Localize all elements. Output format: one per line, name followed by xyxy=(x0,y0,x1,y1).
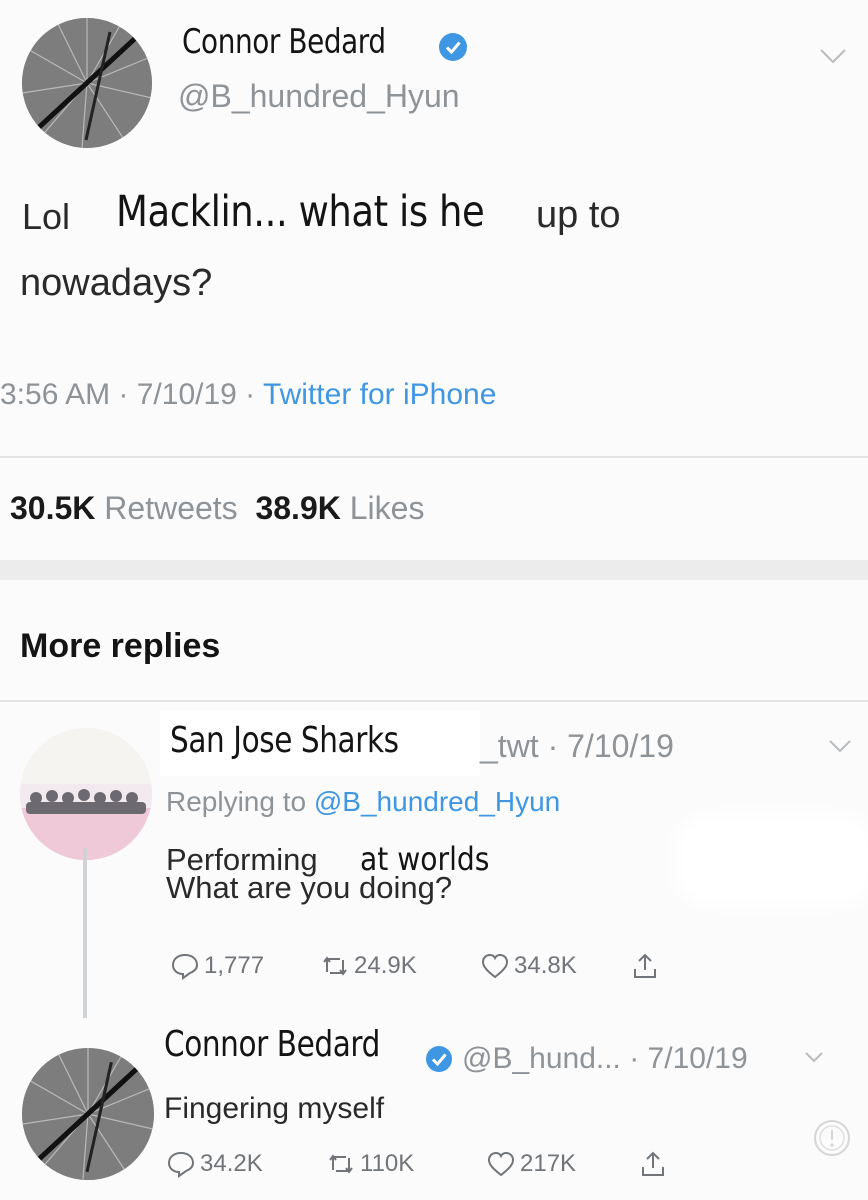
retweets-count: 30.5K xyxy=(10,490,96,526)
retweet-count: 110K xyxy=(360,1150,415,1177)
heart-icon xyxy=(481,953,509,979)
reply-actions: 1,777 24.9K 34.8K xyxy=(170,952,660,980)
tweet-text-upto: up to xyxy=(536,194,621,236)
retweets-label: Retweets xyxy=(104,490,238,526)
likes-stat[interactable]: 38.9K Likes xyxy=(255,490,424,526)
reply-button[interactable]: 1,777 xyxy=(170,952,282,980)
replying-to: Replying to @B_hundred_Hyun xyxy=(166,786,560,818)
likes-label: Likes xyxy=(349,490,425,526)
retweet-icon xyxy=(329,1154,353,1174)
group-photo-icon xyxy=(20,728,152,860)
reply-author-name[interactable]: San Jose Sharks xyxy=(170,720,399,761)
tweet-text-lol: Lol xyxy=(22,196,71,237)
divider xyxy=(0,456,868,458)
blurred-patch xyxy=(690,830,860,890)
likes-count: 38.9K xyxy=(255,490,341,526)
chevron-down-icon[interactable] xyxy=(804,1050,824,1064)
author-name[interactable]: Connor Bedard xyxy=(182,22,386,62)
chevron-down-icon[interactable] xyxy=(828,738,852,754)
like-count: 217K xyxy=(520,1150,577,1177)
tweet-meta: 3:56 AM · 7/10/19 · Twitter for iPhone xyxy=(0,378,497,411)
thread-line xyxy=(83,848,87,1018)
retweet-count: 24.9K xyxy=(354,952,417,979)
section-separator xyxy=(0,560,868,580)
reply-handle-date: @B_hund... · 7/10/19 xyxy=(462,1042,748,1075)
tweet-date: 7/10/19 xyxy=(136,378,237,411)
reply-avatar-connor[interactable] xyxy=(22,1048,154,1180)
retweet-button[interactable]: 24.9K xyxy=(320,952,450,980)
author-handle[interactable]: @B_hundred_Hyun xyxy=(178,78,460,115)
reply-text: Fingering myself xyxy=(164,1092,385,1125)
retweets-stat[interactable]: 30.5K Retweets xyxy=(10,490,238,526)
divider xyxy=(0,700,868,702)
tweet-text-line2: nowadays? xyxy=(20,262,213,304)
share-button[interactable] xyxy=(630,952,660,980)
chevron-down-icon[interactable] xyxy=(818,46,848,66)
share-button[interactable] xyxy=(638,1150,668,1178)
verified-badge-icon xyxy=(426,1046,452,1072)
reply-icon xyxy=(171,953,199,980)
heart-icon xyxy=(487,1151,515,1177)
retweet-icon xyxy=(323,956,347,976)
reply-button[interactable]: 34.2K xyxy=(166,1150,296,1178)
avatar-image-icon xyxy=(22,1048,154,1180)
verified-badge-icon xyxy=(439,33,467,61)
warning-icon[interactable] xyxy=(812,1118,852,1158)
reply-actions: 34.2K 110K 217K xyxy=(166,1150,668,1178)
share-icon xyxy=(634,953,656,978)
tweet-stats: 30.5K Retweets 38.9K Likes xyxy=(10,490,424,527)
reply-author-name[interactable]: Connor Bedard xyxy=(164,1024,380,1065)
replying-prefix: Replying to xyxy=(166,786,307,817)
reply-text-line2: What are you doing? xyxy=(166,870,453,905)
retweet-button[interactable]: 110K xyxy=(326,1150,446,1178)
author-avatar[interactable] xyxy=(22,18,152,148)
tweet-text-main: Macklin... what is he xyxy=(116,187,485,237)
avatar-image-icon xyxy=(22,18,152,148)
reply-count: 1,777 xyxy=(204,952,265,979)
reply-avatar-sharks[interactable] xyxy=(20,728,152,860)
like-button[interactable]: 217K xyxy=(486,1150,606,1178)
reply-count: 34.2K xyxy=(200,1150,263,1177)
more-replies-heading: More replies xyxy=(20,627,221,665)
replying-handle-link[interactable]: @B_hundred_Hyun xyxy=(314,786,560,817)
like-count: 34.8K xyxy=(514,952,577,979)
share-icon xyxy=(642,1151,664,1176)
reply-icon xyxy=(167,1151,195,1178)
reply-handle-date: _twt · 7/10/19 xyxy=(480,728,674,764)
like-button[interactable]: 34.8K xyxy=(480,952,610,980)
tweet-time: 3:56 AM xyxy=(0,378,111,411)
tweet-source-link[interactable]: Twitter for iPhone xyxy=(263,378,496,411)
